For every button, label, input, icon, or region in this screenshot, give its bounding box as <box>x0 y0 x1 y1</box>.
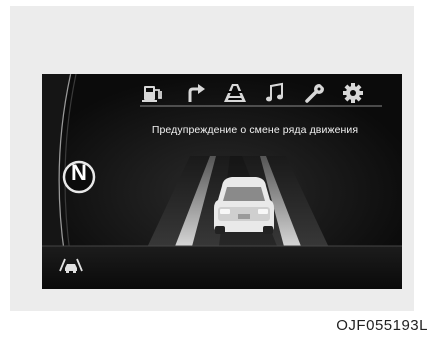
lane-change-warning-message: Предупреждение о смене ряда движения <box>151 124 359 136</box>
cluster-display: Предупреждение о смене ряда движения N <box>42 74 402 289</box>
gear-indicator: N <box>71 160 87 185</box>
figure-frame: Предупреждение о смене ряда движения N O… <box>0 0 434 344</box>
figure-caption: OJF055193L <box>336 317 428 334</box>
settings-gear-icon[interactable] <box>340 80 366 110</box>
navigation-turn-icon[interactable] <box>183 80 209 110</box>
fuel-icon[interactable] <box>140 80 166 110</box>
menu-icon-bar <box>140 80 380 110</box>
bottom-band <box>42 246 402 289</box>
driving-assist-icon[interactable] <box>222 80 248 110</box>
service-wrench-icon[interactable] <box>302 80 328 110</box>
music-icon[interactable] <box>262 80 288 110</box>
car-icon <box>214 177 274 234</box>
